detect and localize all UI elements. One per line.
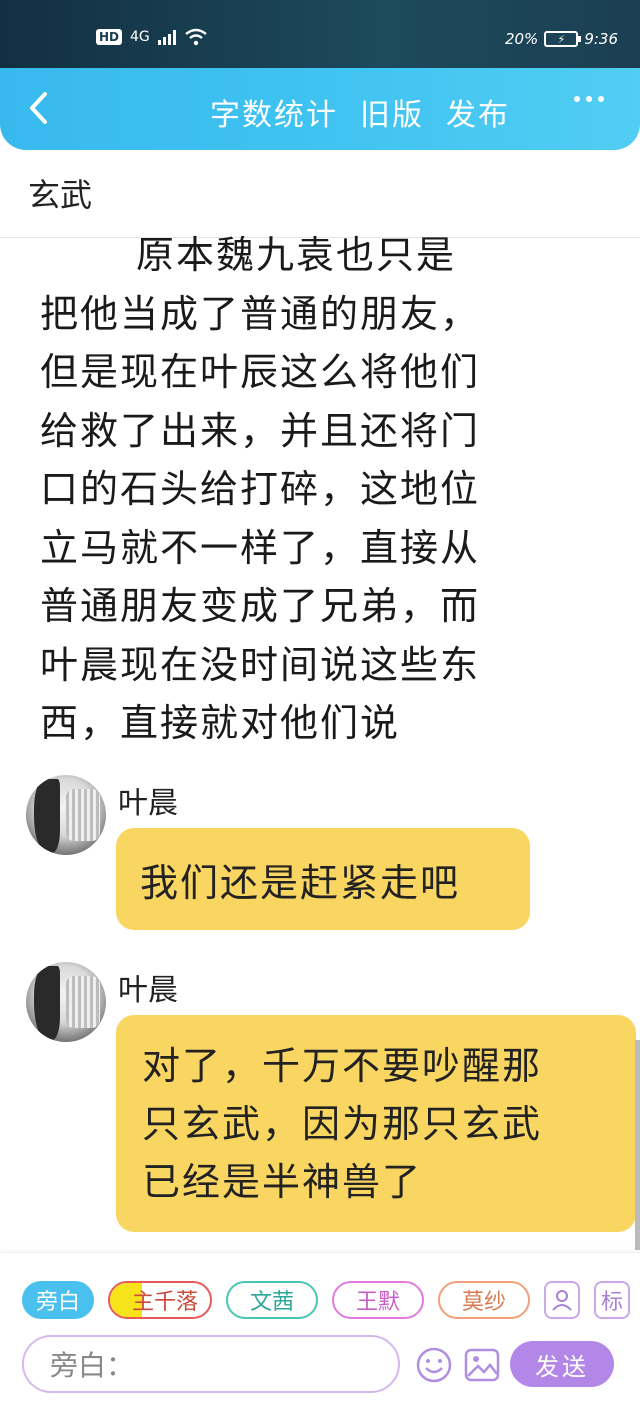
status-bar: HD 4G 20% ⚡ 9:36 [0, 0, 640, 68]
back-button[interactable] [18, 88, 58, 128]
narration-line: 普通朋友变成了兄弟，而 [40, 584, 481, 628]
clock: 9:36 [584, 30, 618, 48]
role-chip-mosha[interactable]: 莫纱 [438, 1281, 530, 1319]
narration-line: 但是现在叶辰这么将他们 [40, 350, 481, 394]
narration-line: 原本魏九袁也只是 [136, 233, 457, 277]
scrollbar[interactable] [635, 1040, 640, 1250]
narration-block[interactable]: 原本魏九袁也只是 把他当成了普通的朋友， 但是现在叶辰这么将他们 给救了出来，并… [40, 226, 560, 753]
role-chip-qianluo[interactable]: 主 千落 [108, 1281, 212, 1319]
role-label: 千落 [154, 1290, 199, 1315]
send-button[interactable]: 发送 [510, 1341, 614, 1387]
message-line: 已经是半神兽了 [142, 1160, 423, 1204]
message-line: 只玄武，因为那只玄武 [142, 1102, 543, 1146]
avatar[interactable] [26, 962, 106, 1042]
hd-badge: HD [96, 29, 123, 45]
person-icon [552, 1290, 572, 1311]
message-bubble[interactable]: 对了，千万不要吵醒那 只玄武，因为那只玄武 已经是半神兽了 [116, 1015, 636, 1232]
title-bar: 玄武 [0, 150, 640, 238]
narration-line: 口的石头给打碎，这地位 [40, 467, 481, 511]
more-options-button[interactable] [574, 96, 604, 102]
avatar[interactable] [26, 775, 106, 855]
word-count-button[interactable]: 字数统计 [210, 90, 338, 134]
speaker-name: 叶晨 [118, 973, 178, 1008]
role-selector: 旁白 主 千落 文茜 王默 莫纱 标 [22, 1281, 630, 1319]
narration-line: 叶晨现在没时间说这些东 [40, 642, 481, 687]
emoji-button[interactable] [414, 1345, 454, 1385]
signal-icon [157, 29, 176, 45]
role-chip-narrator[interactable]: 旁白 [22, 1281, 94, 1319]
status-right: 20% ⚡ 9:36 [505, 30, 618, 48]
tag-button[interactable]: 标 [594, 1281, 630, 1319]
main-role-prefix: 主 [131, 1290, 154, 1315]
chevron-left-icon [30, 92, 47, 124]
message-line: 对了，千万不要吵醒那 [142, 1044, 543, 1088]
header-actions: 字数统计 旧版 发布 [210, 90, 510, 134]
speaker-name: 叶晨 [118, 786, 178, 821]
page-title[interactable]: 玄武 [28, 170, 92, 216]
input-row: 旁白： 发送 [22, 1335, 622, 1395]
image-button[interactable] [462, 1345, 502, 1385]
image-icon [464, 1348, 500, 1382]
smiley-icon [416, 1347, 452, 1383]
old-version-button[interactable]: 旧版 [360, 90, 424, 134]
message-input[interactable]: 旁白： [22, 1335, 400, 1393]
top-navigation-bar: 字数统计 旧版 发布 [0, 68, 640, 150]
composer-panel: 旁白 主 千落 文茜 王默 莫纱 标 旁白： 发送 [0, 1252, 640, 1422]
narration-line: 立马就不一样了，直接从 [40, 525, 481, 570]
battery-icon: ⚡ [544, 31, 582, 47]
add-character-button[interactable] [544, 1281, 580, 1319]
more-dots-icon [574, 96, 580, 102]
battery-percent: 20% [504, 30, 539, 48]
narration-line: 把他当成了普通的朋友， [40, 291, 481, 336]
status-left: HD 4G [96, 28, 208, 46]
narration-line: 西，直接就对他们说 [40, 701, 401, 745]
network-type: 4G [130, 29, 150, 45]
role-chip-wangmo[interactable]: 王默 [332, 1281, 424, 1319]
publish-button[interactable]: 发布 [446, 90, 510, 134]
narration-line: 给救了出来，并且还将门 [40, 408, 481, 453]
role-chip-wenqian[interactable]: 文茜 [226, 1281, 318, 1319]
message-bubble[interactable]: 我们还是赶紧走吧 [116, 828, 530, 930]
wifi-icon [185, 28, 207, 46]
message-line: 我们还是赶紧走吧 [140, 861, 461, 905]
